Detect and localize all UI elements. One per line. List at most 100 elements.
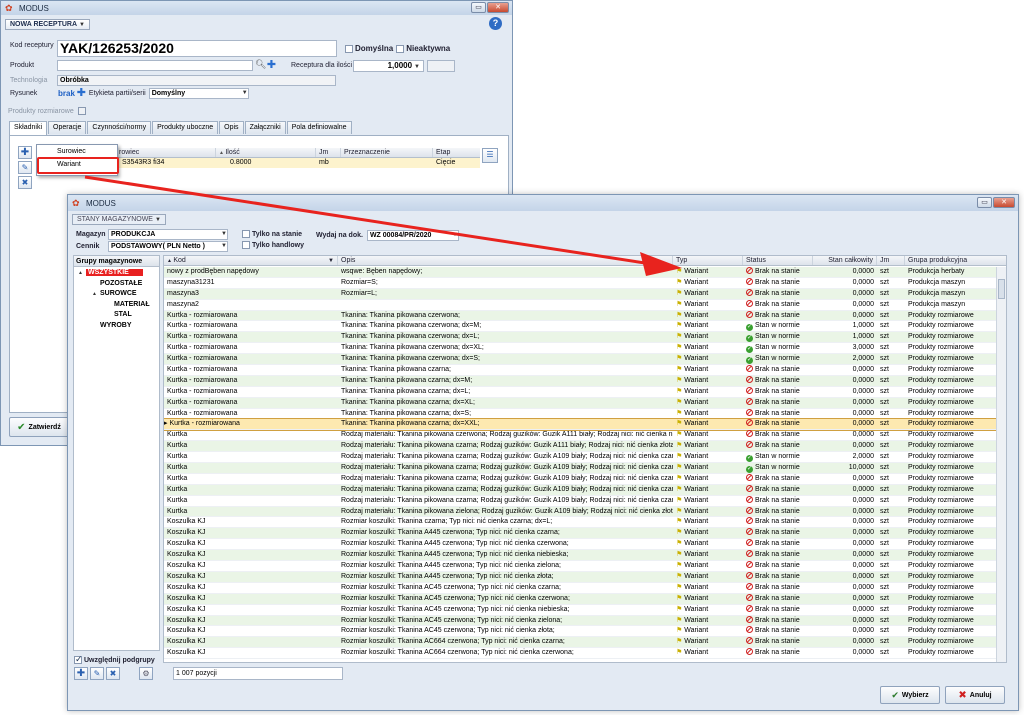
table-row[interactable]: Kurtka - rozmiarowana Tkanina: Tkanina pi… [164,397,997,409]
tree-item[interactable]: ▲ WSZYSTKIE [74,268,159,279]
table-row[interactable]: Kurtka - rozmiarowana Tkanina: Tkanina pi… [164,375,997,387]
delete-group-button[interactable]: ✖ [106,667,120,680]
tree-item[interactable]: STAL [74,310,159,321]
col-ilosc[interactable]: ▲ Ilość [216,148,316,157]
minimize-button[interactable]: ▭ [471,2,486,13]
tab-pola-definiowalne[interactable]: Pola definiowalne [286,121,352,134]
tab-załączniki[interactable]: Załączniki [244,121,286,134]
anuluj-button[interactable]: ✖ Anuluj [945,686,1005,704]
tab-operacje[interactable]: Operacje [48,121,87,134]
skladnik-row[interactable]: S3543R3 fi34 0.8000 mb Cięcie [116,158,480,168]
table-row[interactable]: Koszulka KJ Rozmiar koszulki: Tkanina A44… [164,561,997,572]
produkt-input[interactable] [57,60,253,71]
receptura-ilosc-dropdown[interactable]: 1,0000 ▼ [353,60,424,72]
magazyn-dropdown[interactable]: PRODUKCJA ▼ [108,229,228,240]
expand-icon[interactable]: ▲ [92,289,100,300]
table-row[interactable]: Koszulka KJ Rozmiar koszulki: Tkanina AC4… [164,593,997,605]
cennik-dropdown[interactable]: PODSTAWOWY( PLN Netto ) ▼ [108,241,228,252]
mode-dropdown[interactable]: NOWA RECEPTURA ▼ [5,18,90,30]
table-row[interactable]: maszyna31231 Rozmiar=S; ⚑ Wariant Brak na st… [164,277,997,289]
table-row[interactable]: ▸ Kurtka - rozmiarowana Tkanina: Tkanina … [164,418,998,432]
col-przeznaczenie[interactable]: Przeznaczenie [341,148,433,157]
grid-scrollbar[interactable] [996,267,1006,662]
rysunek-value[interactable]: brak [58,89,75,98]
wydaj-dropdown[interactable]: WZ 00084/PR/2020 ▼ [366,230,459,241]
tylko-na-stanie-checkbox[interactable] [242,230,250,238]
etykieta-dropdown[interactable]: Domyślny ▼ [148,88,249,99]
add-skladnik-button[interactable]: ✚ [18,146,32,159]
table-row[interactable]: Koszulka KJ Rozmiar koszulki: Tkanina A44… [164,539,997,551]
table-row[interactable]: Kurtka - rozmiarowana Tkanina: Tkanina pi… [164,354,997,366]
table-row[interactable]: Koszulka KJ Rozmiar koszulki: Tkanina A44… [164,571,997,583]
table-row[interactable]: Kurtka - rozmiarowana Tkanina: Tkanina pi… [164,365,997,376]
table-row[interactable]: Kurtka - rozmiarowana Tkanina: Tkanina pi… [164,321,997,333]
zatwierdz-button[interactable]: ✔ Zatwierdź [9,417,69,437]
domyslna-checkbox[interactable] [345,44,353,53]
table-row[interactable]: Kurtka Rodzaj materiału: Tkanina pikowana… [164,495,997,507]
table-row[interactable]: Koszulka KJ Rozmiar koszulki: Tkanina AC4… [164,582,997,594]
tree-item[interactable]: MATERIAŁ [74,300,159,311]
nieaktywna-checkbox[interactable] [396,44,405,53]
table-row[interactable]: Kurtka Rodzaj materiału: Tkanina pikowana… [164,452,997,464]
wybierz-button[interactable]: ✔ Wybierz [880,686,940,704]
delete-skladnik-button[interactable]: ✖ [18,176,32,189]
table-row[interactable]: Kurtka Rodzaj materiału: Tkanina pikowana… [164,484,997,496]
produkty-rozmiarowe-checkbox[interactable] [77,107,86,115]
jm-field[interactable] [427,60,455,72]
table-row[interactable]: Koszulka KJ Rozmiar koszulki: Tkanina AC6… [164,648,997,660]
col-grupa[interactable]: Grupa produkcyjna [905,256,1006,265]
col-etap[interactable]: Etap [433,148,480,157]
col-stan[interactable]: Stan całkowity [813,256,877,265]
table-row[interactable]: Kurtka Rodzaj materiału: Tkanina pikowana… [164,441,997,453]
col-typ[interactable]: Typ [673,256,743,265]
tab-składniki[interactable]: Składniki [9,121,48,135]
table-row[interactable]: Koszulka KJ Rozmiar koszulki: Tkanina AC4… [164,626,997,638]
add-rysunek-icon[interactable]: ✚ [76,88,87,99]
table-row[interactable]: Koszulka KJ Rozmiar koszulki: Tkanina cza… [164,517,997,529]
tree-item[interactable]: POZOSTAŁE [74,279,159,290]
table-row[interactable]: Kurtka - rozmiarowana Tkanina: Tkanina pi… [164,386,997,398]
table-row[interactable]: Koszulka KJ Rozmiar koszulki: Tkanina AC4… [164,615,997,627]
tab-produkty-uboczne[interactable]: Produkty uboczne [152,121,219,134]
table-row[interactable]: Koszulka KJ Rozmiar koszulki: Tkanina A44… [164,528,997,540]
search-icon[interactable]: 🔍︎ [255,59,266,70]
table-row[interactable]: Kurtka - rozmiarowana Tkanina: Tkanina pi… [164,310,997,322]
col-status[interactable]: Status [743,256,813,265]
table-row[interactable]: maszyna2 ⚑ Wariant Brak na stanie 0,0000 szt P… [164,299,997,311]
table-row[interactable]: Kurtka Rodzaj materiału: Tkanina pikowana… [164,463,997,474]
restore-button[interactable]: ▭ [977,197,992,208]
tree-item[interactable]: ▲ SUROWCE [74,289,159,300]
table-row[interactable]: Kurtka - rozmiarowana Tkanina: Tkanina pi… [164,343,997,355]
kod-input[interactable]: YAK/126253/2020 [57,40,337,57]
table-row[interactable]: nowy z prodBęben napędowy wsqwe: Bęben na… [164,267,997,278]
settings-group-button[interactable]: ⚙ [139,667,153,680]
add-group-button[interactable]: ✚ [74,667,88,680]
mode-dropdown[interactable]: STANY MAGAZYNOWE ▼ [72,213,166,225]
edit-skladnik-button[interactable]: ✎ [18,161,32,174]
technologia-field[interactable]: Obróbka [57,75,336,86]
table-row[interactable]: Kurtka Rodzaj materiału: Tkanina pikowana… [164,430,997,442]
col-jm[interactable]: Jm [316,148,341,157]
column-chooser-button[interactable]: ☰ [482,148,498,163]
col-jm[interactable]: Jm [877,256,905,265]
scrollbar-thumb[interactable] [998,279,1005,299]
col-opis[interactable]: Opis [338,256,673,265]
tab-czynności-normy[interactable]: Czynności/normy [87,121,152,134]
table-row[interactable]: Koszulka KJ Rozmiar koszulki: Tkanina A44… [164,550,997,562]
table-row[interactable]: Kurtka - rozmiarowana Tkanina: Tkanina pi… [164,332,997,344]
close-button[interactable]: ✕ [487,2,509,13]
table-row[interactable]: Kurtka Rodzaj materiału: Tkanina pikowana… [164,473,997,485]
col-kod[interactable]: ▲ Kod ▼ [164,256,338,265]
uwzglednij-checkbox[interactable] [74,654,83,665]
tab-opis[interactable]: Opis [219,121,244,134]
table-row[interactable]: Kurtka - rozmiarowana Tkanina: Tkanina pi… [164,408,997,420]
close-button[interactable]: ✕ [993,197,1015,208]
tylko-handlowy-checkbox[interactable] [242,241,250,249]
edit-group-button[interactable]: ✎ [90,667,104,680]
table-row[interactable]: maszyna3 Rozmiar=L; ⚑ Wariant Brak na stanie… [164,288,997,300]
tree-item[interactable]: WYROBY [74,321,159,332]
add-produkt-icon[interactable]: ✚ [266,60,277,71]
help-icon[interactable]: ? [489,17,502,30]
col-surowiec[interactable]: rowiec [116,148,216,157]
table-row[interactable]: Kurtka Rodzaj materiału: Tkanina pikowana… [164,506,997,518]
